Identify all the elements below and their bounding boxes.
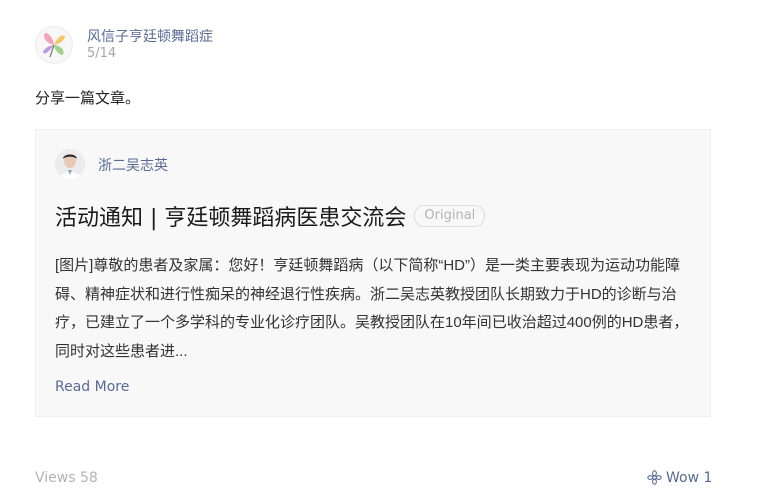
views-count: Views 58	[35, 470, 98, 486]
post-text: 分享一篇文章。	[35, 89, 141, 107]
article-title[interactable]: 活动通知 | 亨廷顿舞蹈病医患交流会	[55, 206, 406, 231]
shared-article-card[interactable]: 浙二吴志英 活动通知 | 亨廷顿舞蹈病医患交流会 Original [图片]尊敬的…	[35, 129, 711, 417]
article-author[interactable]: 浙二吴志英	[98, 155, 168, 175]
read-more-link[interactable]: Read More	[55, 379, 129, 395]
wow-flower-icon	[647, 470, 662, 485]
account-name[interactable]: 风信子亨廷顿舞蹈症	[87, 26, 213, 46]
author-avatar-icon[interactable]	[55, 149, 85, 179]
account-logo-icon[interactable]	[35, 26, 73, 64]
article-title-row: 活动通知 | 亨廷顿舞蹈病医患交流会 Original	[55, 200, 695, 236]
wow-button[interactable]: Wow 1	[647, 470, 712, 486]
post-date: 5/14	[87, 46, 117, 61]
original-badge: Original	[414, 205, 486, 227]
post-header: 风信子亨廷顿舞蹈症 5/14	[35, 24, 635, 68]
article-excerpt: [图片]尊敬的患者及家属：您好！亨廷顿舞蹈病（以下简称“HD”）是一类主要表现为…	[55, 257, 689, 360]
wow-label: Wow 1	[666, 470, 713, 486]
